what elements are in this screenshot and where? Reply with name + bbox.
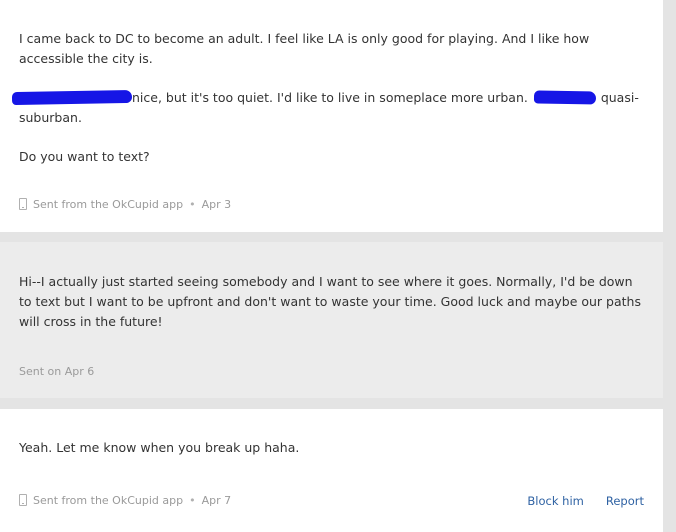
phone-icon — [19, 494, 27, 506]
sent-from-label: Sent from the OkCupid app — [33, 198, 184, 211]
message-text: nice, but it's too quiet. I'd like to li… — [132, 90, 528, 105]
message-paragraph: Do you want to text? — [19, 149, 150, 164]
redaction-mark — [533, 90, 596, 105]
message-paragraph: I came back to DC to become an adult. I … — [19, 31, 590, 66]
message-date: Apr 3 — [201, 198, 232, 211]
sent-from-label: Sent from the OkCupid app — [33, 494, 184, 507]
message-paragraph: nice, but it's too quiet. I'd like to li… — [11, 88, 645, 128]
block-him-link[interactable]: Block him — [527, 494, 583, 508]
bullet-separator-icon: • — [189, 198, 196, 211]
message-body: Yeah. Let me know when you break up haha… — [19, 438, 645, 458]
report-link[interactable]: Report — [606, 494, 644, 508]
message-body: I came back to DC to become an adult. I … — [11, 29, 645, 167]
phone-icon — [19, 198, 27, 210]
message-paragraph: Hi--I actually just started seeing someb… — [19, 274, 641, 329]
bullet-separator-icon: • — [189, 494, 196, 507]
message-date: Apr 7 — [201, 494, 232, 507]
message-received: I came back to DC to become an adult. I … — [0, 0, 663, 232]
message-body: Hi--I actually just started seeing someb… — [19, 272, 645, 332]
message-meta: Sent on Apr 6 — [19, 365, 94, 379]
message-actions: Block him Report — [527, 494, 644, 508]
message-sent: Hi--I actually just started seeing someb… — [0, 242, 663, 398]
message-meta: Sent from the OkCupid app • Apr 7 — [19, 494, 231, 508]
message-paragraph: Yeah. Let me know when you break up haha… — [19, 440, 300, 455]
message-meta: Sent from the OkCupid app • Apr 3 — [19, 198, 231, 212]
message-received: Yeah. Let me know when you break up haha… — [0, 409, 663, 532]
redaction-mark — [11, 89, 133, 106]
message-thread: I came back to DC to become an adult. I … — [0, 0, 676, 532]
sent-on-label: Sent on Apr 6 — [19, 365, 95, 378]
